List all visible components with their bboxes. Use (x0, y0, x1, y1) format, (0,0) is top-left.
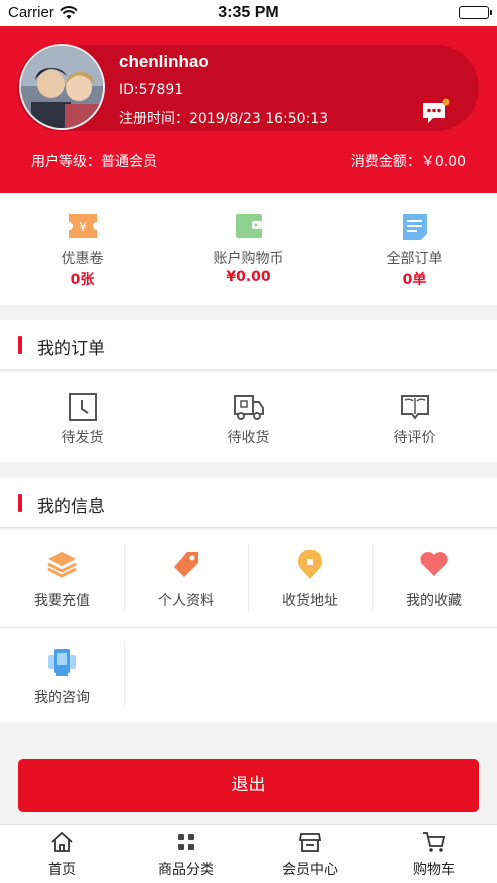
stat-coupons[interactable]: ¥ 优惠卷 0张 (0, 193, 165, 305)
info-grid: 我要充值 个人资料 收货地址 我的收藏 我的咨询 (0, 530, 497, 723)
stat-wallet[interactable]: 账户购物币 ¥0.00 (166, 193, 331, 305)
section-title: 我的信息 (37, 497, 105, 517)
info-consult[interactable]: 我的咨询 (0, 627, 124, 724)
heart-icon (419, 550, 449, 582)
tab-member[interactable]: 会员中心 (248, 825, 372, 883)
clock-icon (68, 392, 98, 426)
cart-icon (422, 831, 446, 857)
user-id: ID:57891 (119, 82, 184, 98)
order-status-row: 待发货 待收货 待评价 (0, 372, 497, 462)
battery-icon (459, 6, 492, 19)
info-label: 我要充值 (34, 593, 90, 609)
category-icon (175, 831, 197, 857)
tab-cart[interactable]: 购物车 (372, 825, 496, 883)
info-recharge[interactable]: 我要充值 (0, 530, 124, 627)
home-icon (50, 831, 74, 857)
wallet-icon (235, 213, 263, 243)
order-pending-review[interactable]: 待评价 (332, 372, 497, 462)
order-label: 待评价 (393, 430, 436, 446)
spend-amount: 消费金额：￥0.00 (350, 154, 466, 170)
info-profile[interactable]: 个人资料 (124, 530, 248, 627)
order-pending-receive[interactable]: 待收货 (166, 372, 331, 462)
divider (124, 641, 125, 709)
user-level: 用户等级：普通会员 (31, 154, 157, 170)
my-info-header: 我的信息 (0, 478, 497, 528)
consult-icon (46, 647, 78, 681)
coupon-icon: ¥ (68, 213, 98, 243)
username: chenlinhao (119, 52, 209, 71)
stat-label: 优惠卷 (61, 251, 104, 267)
order-pending-ship[interactable]: 待发货 (0, 372, 165, 462)
tab-label: 会员中心 (282, 862, 338, 878)
member-icon (298, 831, 322, 857)
book-icon (399, 392, 431, 426)
section-title: 我的订单 (37, 339, 105, 359)
logout-button[interactable]: 退出 (18, 759, 479, 812)
stat-value: ¥0.00 (226, 269, 271, 285)
order-label: 待发货 (61, 430, 104, 446)
layers-icon (46, 550, 78, 582)
tab-bar: 首页 商品分类 会员中心 购物车 (0, 824, 497, 883)
tab-label: 购物车 (413, 862, 455, 878)
stat-value: 0单 (402, 272, 427, 288)
divider (372, 544, 373, 612)
tag-icon (171, 550, 201, 584)
tab-label: 首页 (48, 862, 76, 878)
section-accent (18, 336, 22, 354)
message-icon[interactable] (420, 98, 450, 126)
order-list-icon (402, 213, 428, 245)
info-label: 我的咨询 (34, 690, 90, 706)
tab-label: 商品分类 (158, 862, 214, 878)
truck-icon (233, 392, 265, 426)
status-time: 3:35 PM (218, 4, 279, 21)
status-bar: Carrier 3:35 PM (0, 0, 497, 26)
account-stats: ¥ 优惠卷 0张 账户购物币 ¥0.00 全部订单 0单 (0, 193, 497, 305)
tab-home[interactable]: 首页 (0, 825, 124, 883)
svg-text:¥: ¥ (79, 220, 87, 234)
info-address[interactable]: 收货地址 (248, 530, 372, 627)
info-label: 我的收藏 (406, 593, 462, 609)
order-label: 待收货 (227, 430, 270, 446)
location-icon (297, 549, 323, 584)
stat-orders[interactable]: 全部订单 0单 (332, 193, 497, 305)
divider (0, 627, 497, 628)
section-accent (18, 494, 22, 512)
info-favorites[interactable]: 我的收藏 (372, 530, 496, 627)
divider (248, 544, 249, 612)
info-label: 收货地址 (282, 593, 338, 609)
info-label: 个人资料 (158, 593, 214, 609)
my-orders-header: 我的订单 (0, 320, 497, 370)
stat-value: 0张 (70, 272, 95, 288)
stat-label: 全部订单 (386, 251, 443, 267)
divider (124, 544, 125, 612)
register-time: 注册时间：2019/8/23 16:50:13 (119, 111, 329, 127)
tab-category[interactable]: 商品分类 (124, 825, 248, 883)
avatar[interactable] (19, 44, 105, 130)
stat-label: 账户购物币 (213, 251, 284, 267)
